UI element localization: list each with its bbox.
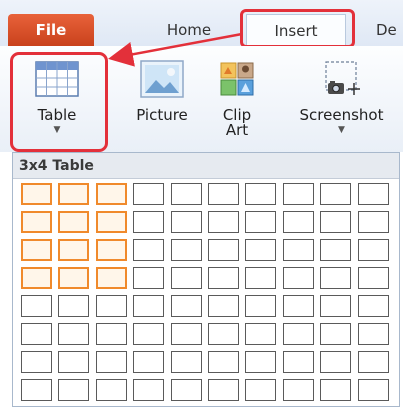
table-grid-cell[interactable] [21, 211, 52, 233]
table-button-highlight [10, 52, 108, 152]
tab-design-partial[interactable]: De [376, 14, 403, 46]
insert-tab-highlight [240, 9, 355, 48]
screenshot-icon [320, 56, 364, 102]
table-grid-cell[interactable] [58, 183, 90, 205]
table-grid-cell[interactable] [245, 323, 277, 345]
table-grid-cell[interactable] [133, 239, 165, 261]
table-grid-cell[interactable] [133, 351, 165, 373]
clip-art-icon [220, 56, 254, 102]
table-grid-cell[interactable] [95, 379, 127, 401]
table-grid-cell[interactable] [58, 211, 90, 233]
table-grid-cell[interactable] [208, 183, 239, 205]
table-grid-cell[interactable] [357, 323, 389, 345]
table-grid-cell[interactable] [170, 183, 202, 205]
table-grid-cell[interactable] [170, 267, 202, 289]
table-grid-cell[interactable] [282, 183, 314, 205]
table-grid-cell[interactable] [133, 267, 165, 289]
table-grid-cell[interactable] [245, 295, 277, 317]
table-grid-cell[interactable] [320, 351, 352, 373]
table-grid-cell[interactable] [21, 295, 52, 317]
table-grid-cell[interactable] [357, 211, 389, 233]
table-grid-cell[interactable] [133, 323, 165, 345]
table-grid-cell[interactable] [357, 295, 389, 317]
table-grid-cell[interactable] [170, 323, 202, 345]
table-grid-cell[interactable] [245, 379, 277, 401]
table-grid-cell[interactable] [282, 211, 314, 233]
table-size-header: 3x4 Table [13, 153, 399, 179]
table-grid-cell[interactable] [245, 211, 277, 233]
table-grid-cell[interactable] [133, 183, 165, 205]
table-grid-cell[interactable] [21, 183, 52, 205]
table-grid-cell[interactable] [58, 295, 90, 317]
table-grid-cell[interactable] [320, 211, 352, 233]
table-grid-cell[interactable] [170, 239, 202, 261]
table-grid-cell[interactable] [245, 267, 277, 289]
table-grid-cell[interactable] [208, 351, 239, 373]
table-grid-cell[interactable] [208, 239, 239, 261]
table-grid-cell[interactable] [245, 351, 277, 373]
clip-art-button-label: Clip Art [223, 108, 251, 138]
table-grid-cell[interactable] [282, 239, 314, 261]
table-grid-cell[interactable] [133, 295, 165, 317]
table-grid-cell[interactable] [208, 211, 239, 233]
table-grid-cell[interactable] [208, 295, 239, 317]
table-grid-cell[interactable] [95, 351, 127, 373]
clip-art-label-line2: Art [225, 121, 249, 139]
table-grid-cell[interactable] [21, 239, 52, 261]
table-grid-cell[interactable] [95, 295, 127, 317]
table-grid-cell[interactable] [95, 239, 127, 261]
table-grid-cell[interactable] [208, 267, 239, 289]
table-grid-cell[interactable] [320, 295, 352, 317]
table-grid-cell[interactable] [95, 183, 127, 205]
clip-art-button[interactable]: Clip Art [206, 46, 268, 152]
table-grid-cell[interactable] [320, 183, 352, 205]
table-grid-cell[interactable] [208, 323, 239, 345]
table-grid-cell[interactable] [320, 379, 352, 401]
tab-file[interactable]: File [8, 14, 94, 46]
table-grid-cell[interactable] [95, 211, 127, 233]
table-grid-cell[interactable] [357, 239, 389, 261]
table-grid-cell[interactable] [58, 379, 90, 401]
table-grid-cell[interactable] [95, 267, 127, 289]
table-grid-cell[interactable] [357, 183, 389, 205]
table-grid-cell[interactable] [170, 379, 202, 401]
table-grid-cell[interactable] [133, 211, 165, 233]
chevron-down-icon: ▼ [338, 125, 345, 135]
table-grid-cell[interactable] [320, 267, 352, 289]
table-grid-cell[interactable] [58, 323, 90, 345]
table-grid-cell[interactable] [357, 379, 389, 401]
table-grid-cell[interactable] [320, 239, 352, 261]
table-grid-cell[interactable] [282, 267, 314, 289]
picture-button-label: Picture [136, 106, 188, 124]
table-grid-cell[interactable] [357, 351, 389, 373]
table-grid-cell[interactable] [133, 379, 165, 401]
table-grid-cell[interactable] [320, 323, 352, 345]
table-grid-cell[interactable] [170, 211, 202, 233]
table-grid-cell[interactable] [58, 239, 90, 261]
table-grid-cell[interactable] [245, 239, 277, 261]
table-grid-cell[interactable] [282, 351, 314, 373]
table-grid-cell[interactable] [282, 323, 314, 345]
table-grid-cell[interactable] [21, 267, 52, 289]
table-grid-cell[interactable] [21, 351, 52, 373]
table-grid-cell[interactable] [282, 295, 314, 317]
table-grid-cell[interactable] [21, 323, 52, 345]
table-grid-cell[interactable] [95, 323, 127, 345]
tab-home[interactable]: Home [154, 14, 224, 46]
table-grid-cell[interactable] [245, 183, 277, 205]
insert-table-dropdown: 3x4 Table [12, 152, 400, 407]
picture-button[interactable]: Picture [118, 46, 206, 152]
screenshot-button[interactable]: Screenshot ▼ [280, 46, 403, 152]
table-grid-cell[interactable] [208, 379, 239, 401]
table-grid-cell[interactable] [357, 267, 389, 289]
table-grid-cell[interactable] [170, 295, 202, 317]
table-grid-cell[interactable] [282, 379, 314, 401]
table-grid-cell[interactable] [58, 267, 90, 289]
table-grid-cell[interactable] [58, 351, 90, 373]
table-grid-cell[interactable] [21, 379, 52, 401]
table-grid-cell[interactable] [170, 351, 202, 373]
screenshot-button-label: Screenshot [299, 106, 384, 124]
picture-icon [140, 56, 184, 102]
